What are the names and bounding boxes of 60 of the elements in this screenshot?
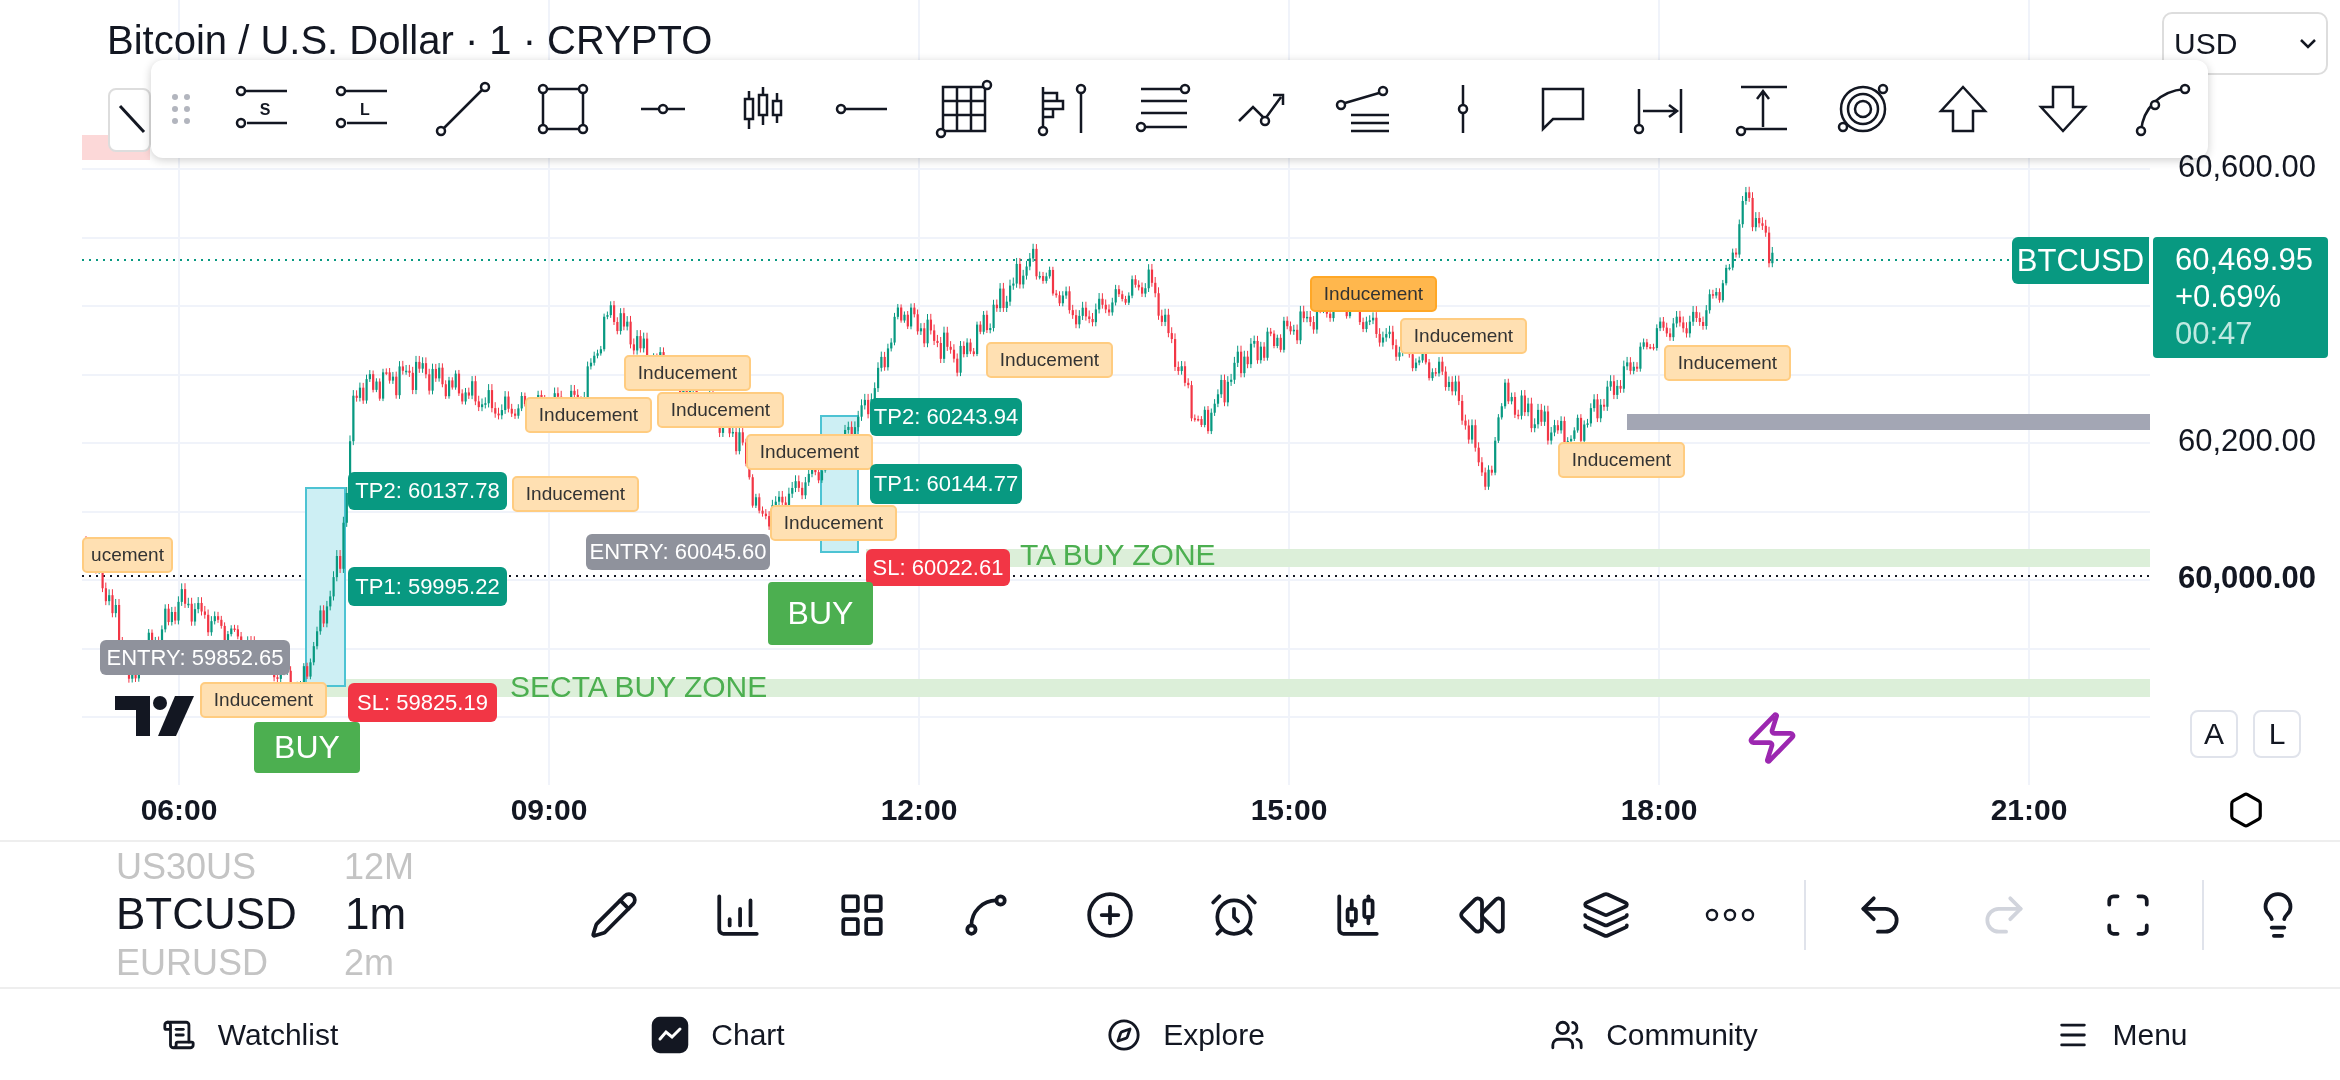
grid-icon[interactable] — [933, 79, 993, 139]
zone-label: TA BUY ZONE — [1020, 538, 1216, 572]
inducement-label: Inducement — [986, 342, 1113, 378]
nav-tab[interactable]: Explore — [952, 999, 1420, 1070]
price-change: +0.69% — [2175, 278, 2282, 315]
time-label: 09:00 — [509, 793, 589, 827]
scale-button[interactable]: A — [2190, 710, 2238, 758]
symbol-name[interactable]: BTCUSD — [116, 888, 297, 941]
stop-loss-label: SL: 59825.19 — [348, 683, 497, 722]
take-profit-label: TP2: 60137.78 — [348, 472, 507, 510]
take-profit-label: TP1: 59995.22 — [348, 567, 507, 606]
pencil-icon — [589, 889, 639, 940]
time-label: 12:00 — [879, 793, 959, 827]
scale-button[interactable]: L — [2253, 710, 2301, 758]
tool-button[interactable] — [108, 88, 151, 152]
take-profit-label: TP2: 60243.94 — [870, 398, 1022, 436]
last-price: 60,469.95 — [2175, 241, 2314, 278]
inducement-label: Inducement — [1400, 318, 1527, 354]
chevron-down-icon — [2300, 38, 2316, 49]
inducement-label: Inducement — [1558, 442, 1685, 478]
nav-tab[interactable]: Menu — [1888, 999, 2340, 1070]
inducement-label: Inducement — [525, 397, 652, 433]
entry-label: ENTRY: 59852.65 — [100, 640, 290, 675]
inducement-label: Inducement — [624, 355, 751, 391]
time-label: 18:00 — [1619, 793, 1699, 827]
time-label: 15:00 — [1249, 793, 1329, 827]
chart-title: Bitcoin / U.S. Dollar · 1 · CRYPTO — [107, 18, 713, 63]
inducement-label: Inducement — [770, 505, 897, 541]
price-label: 60,200.00 — [2178, 423, 2316, 459]
line-icon — [118, 104, 146, 134]
inducement-label: Inducement — [512, 476, 639, 512]
price-label: 60,000.00 — [2178, 560, 2316, 596]
nav-tab[interactable]: Watchlist — [16, 999, 484, 1070]
inducement-label: Inducement — [1664, 345, 1791, 381]
layers-icon — [1581, 889, 1631, 940]
settings-icon[interactable] — [2227, 791, 2265, 829]
buy-signal: BUY — [254, 722, 360, 773]
more-icon — [1705, 907, 1755, 922]
inducement-label: Inducement — [746, 434, 873, 470]
time-label: 21:00 — [1989, 793, 2069, 827]
symbol-interval[interactable]: 1m — [344, 888, 407, 941]
symbol-tag: BTCUSD — [2012, 237, 2149, 284]
stop-loss-label: SL: 60022.61 — [866, 549, 1010, 586]
inducement-label: ucement — [82, 537, 173, 573]
trend-line-icon[interactable] — [433, 79, 493, 139]
nav-tab[interactable]: Community — [1420, 999, 1888, 1070]
drag-handle-icon[interactable] — [169, 91, 193, 127]
inducement-label: Inducement — [1310, 276, 1437, 312]
price-label: 60,600.00 — [2178, 149, 2316, 185]
inducement-label: Inducement — [657, 392, 784, 428]
countdown: 00:47 — [2175, 315, 2254, 352]
entry-label: ENTRY: 60045.60 — [586, 534, 770, 570]
buy-signal: BUY — [768, 582, 873, 645]
currency-select[interactable]: USD — [2162, 12, 2328, 75]
nav-tab[interactable]: Chart — [484, 999, 952, 1070]
inducement-label: Inducement — [200, 682, 327, 718]
zone-label: SECTA BUY ZONE — [510, 670, 768, 704]
plus-circle-icon — [1085, 889, 1135, 940]
time-label: 06:00 — [139, 793, 219, 827]
take-profit-label: TP1: 60144.77 — [870, 464, 1022, 504]
